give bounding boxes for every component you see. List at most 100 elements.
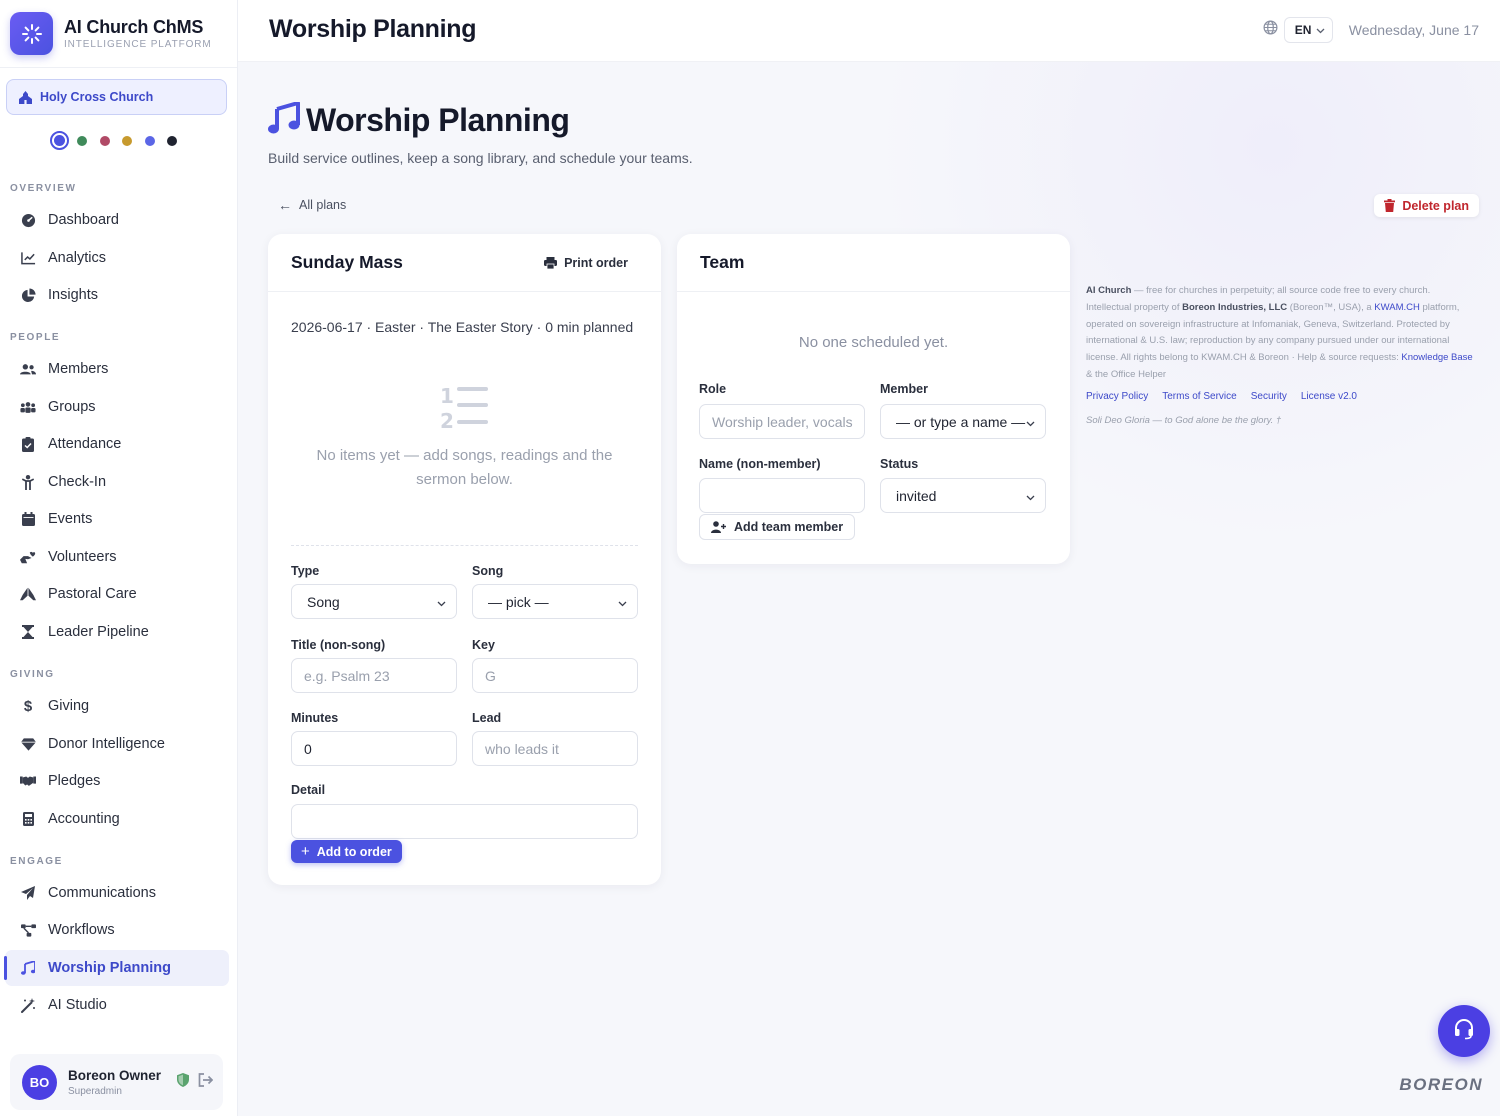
sidebar-item-worship-planning[interactable]: Worship Planning xyxy=(4,950,229,986)
praying-hands-icon xyxy=(20,586,36,602)
help-button[interactable] xyxy=(1438,1005,1490,1057)
sidebar-item-groups[interactable]: Groups xyxy=(5,389,229,425)
add-to-order-button[interactable]: + Add to order xyxy=(291,840,402,863)
sidebar-item-insights[interactable]: Insights xyxy=(5,277,229,313)
type-label: Type xyxy=(291,564,320,578)
plan-title: Sunday Mass xyxy=(291,252,403,272)
team-title: Team xyxy=(700,252,745,272)
group-icon xyxy=(20,399,36,415)
brand[interactable]: AI Church ChMS INTELLIGENCE PLATFORM xyxy=(0,0,237,68)
sidebar-item-donor-intelligence[interactable]: Donor Intelligence xyxy=(5,726,229,762)
sidebar-item-analytics[interactable]: Analytics xyxy=(5,240,229,276)
sidebar-item-workflows[interactable]: Workflows xyxy=(5,912,229,948)
add-to-order-label: Add to order xyxy=(316,844,392,859)
sidebar-item-dashboard[interactable]: Dashboard xyxy=(5,202,229,238)
privacy-policy-link[interactable]: Privacy Policy xyxy=(1086,391,1148,402)
theme-dot-green[interactable] xyxy=(77,135,87,146)
sidebar-item-check-in[interactable]: Check-In xyxy=(5,464,229,500)
terms-of-service-link[interactable]: Terms of Service xyxy=(1162,391,1236,402)
status-label: Status xyxy=(880,457,919,471)
sidebar-item-pastoral-care[interactable]: Pastoral Care xyxy=(5,576,229,612)
title-input[interactable]: e.g. Psalm 23 xyxy=(291,658,457,693)
kwam-link[interactable]: KWAM.CH xyxy=(1374,302,1420,313)
language-value: EN xyxy=(1294,23,1312,37)
sidebar-item-leader-pipeline[interactable]: Leader Pipeline xyxy=(5,614,229,650)
pie-chart-icon xyxy=(20,287,36,303)
status-value: invited xyxy=(896,487,937,504)
legal-company: Boreon Industries, LLC xyxy=(1182,301,1288,313)
theme-dot-rose[interactable] xyxy=(99,135,110,146)
page-subtitle: Build service outlines, keep a song libr… xyxy=(268,150,693,166)
sidebar-item-label: Worship Planning xyxy=(48,960,171,976)
language-select[interactable]: EN xyxy=(1283,17,1333,43)
legal-notice: AI Church — free for churches in perpetu… xyxy=(1086,283,1476,384)
sidebar-item-communications[interactable]: Communications xyxy=(5,875,229,911)
list-ordered-icon: 12 xyxy=(440,384,488,435)
sidebar-item-label: Insights xyxy=(48,287,98,303)
main-content: Worship Planning Build service outlines,… xyxy=(238,62,1500,1116)
chevron-down-icon xyxy=(1026,414,1035,430)
clipboard-check-icon xyxy=(20,436,36,452)
sidebar-item-attendance[interactable]: Attendance xyxy=(5,426,229,462)
child-icon xyxy=(20,474,36,490)
divider xyxy=(291,545,638,546)
nav-section-giving: GIVING xyxy=(10,669,55,680)
brand-subtitle: INTELLIGENCE PLATFORM xyxy=(64,39,212,50)
role-input[interactable]: Worship leader, vocals xyxy=(699,404,865,439)
status-select[interactable]: invited xyxy=(880,478,1046,513)
logout-icon[interactable] xyxy=(198,1073,214,1092)
motto: Soli Deo Gloria — to God alone be the gl… xyxy=(1086,415,1282,426)
sidebar-item-label: Workflows xyxy=(48,922,115,938)
sidebar-item-members[interactable]: Members xyxy=(5,351,229,387)
key-input[interactable]: G xyxy=(472,658,638,693)
church-selector[interactable]: Holy Cross Church xyxy=(6,79,227,115)
chevron-down-icon xyxy=(618,594,627,610)
printer-icon xyxy=(544,256,558,269)
title-label: Title (non-song) xyxy=(291,638,386,652)
sidebar-item-volunteers[interactable]: Volunteers xyxy=(5,539,229,575)
delete-plan-button[interactable]: Delete plan xyxy=(1374,194,1479,217)
theme-dot-indigo[interactable] xyxy=(50,131,69,150)
song-select[interactable]: — pick — xyxy=(472,584,638,619)
sidebar-item-giving[interactable]: $ Giving xyxy=(5,688,229,724)
sidebar-item-pledges[interactable]: Pledges xyxy=(5,763,229,799)
theme-color-picker xyxy=(50,131,190,150)
name-label: Name (non-member) xyxy=(699,457,821,471)
name-input[interactable] xyxy=(699,478,865,513)
sidebar-item-label: Check-In xyxy=(48,474,107,490)
sidebar-item-accounting[interactable]: Accounting xyxy=(5,801,229,837)
church-icon xyxy=(18,90,33,104)
theme-dot-blue[interactable] xyxy=(144,135,155,146)
member-select[interactable]: — or type a name — xyxy=(880,404,1046,439)
sidebar-item-label: Events xyxy=(48,511,93,527)
security-link[interactable]: Security xyxy=(1251,391,1287,402)
sidebar-item-label: Attendance xyxy=(48,436,122,452)
lead-input[interactable]: who leads it xyxy=(472,731,638,766)
nav-section-overview: OVERVIEW xyxy=(10,183,77,194)
print-order-label: Print order xyxy=(564,255,628,270)
print-order-button[interactable]: Print order xyxy=(544,256,628,270)
theme-dot-dark[interactable] xyxy=(167,135,177,146)
type-select[interactable]: Song xyxy=(291,584,457,619)
lead-label: Lead xyxy=(472,711,502,725)
chevron-down-icon xyxy=(1316,23,1325,37)
minutes-label: Minutes xyxy=(291,711,339,725)
minutes-input[interactable]: 0 xyxy=(291,731,457,766)
calendar-icon xyxy=(20,511,36,527)
sidebar-item-ai-studio[interactable]: AI Studio xyxy=(5,987,229,1023)
sidebar-item-events[interactable]: Events xyxy=(5,501,229,537)
knowledge-base-link[interactable]: Knowledge Base xyxy=(1401,352,1472,363)
license-link[interactable]: License v2.0 xyxy=(1301,391,1357,402)
plan-meta: 2026-06-17 · Easter · The Easter Story ·… xyxy=(291,319,634,335)
page-title: Worship Planning xyxy=(268,101,570,139)
brand-name: AI Church ChMS xyxy=(64,17,204,37)
theme-dot-gold[interactable] xyxy=(122,135,132,146)
sidebar-item-label: Volunteers xyxy=(48,549,117,565)
user-card[interactable]: BO Boreon Owner Superadmin xyxy=(10,1054,223,1110)
calculator-icon xyxy=(20,811,36,827)
plus-icon: + xyxy=(301,843,310,860)
detail-input[interactable] xyxy=(291,804,638,839)
detail-label: Detail xyxy=(291,783,326,797)
back-to-plans-link[interactable]: ← All plans xyxy=(278,197,346,213)
add-team-member-button[interactable]: Add team member xyxy=(699,514,856,540)
